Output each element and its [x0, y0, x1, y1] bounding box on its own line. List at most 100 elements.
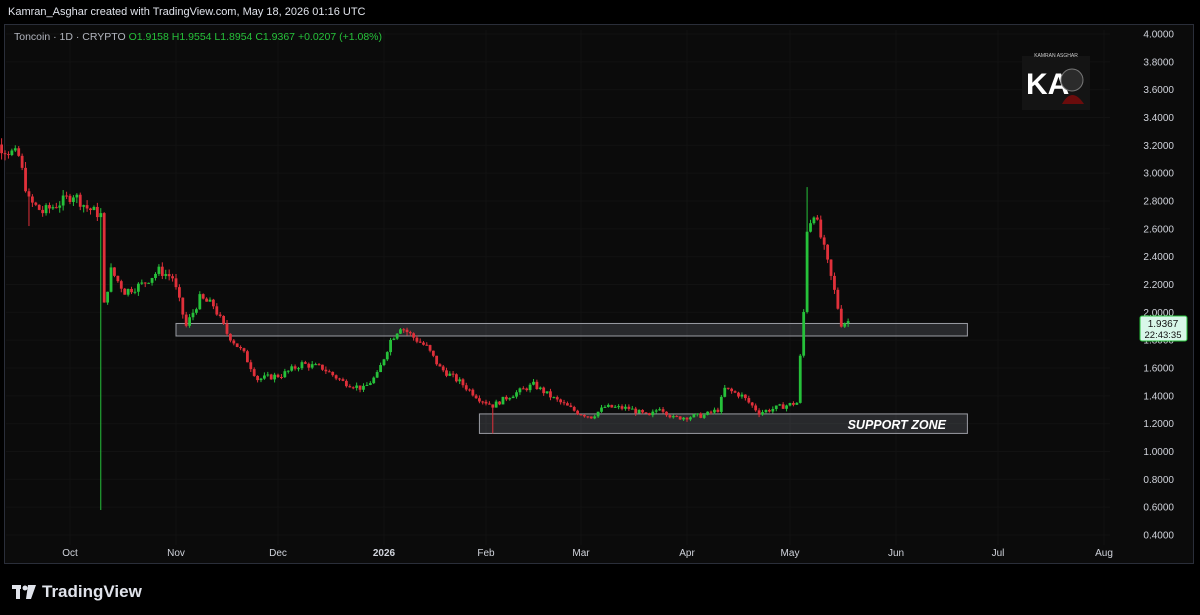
- candle-body: [491, 404, 495, 408]
- candle-body: [706, 411, 709, 415]
- y-tick-label: 1.0000: [1143, 447, 1174, 458]
- candle-body: [256, 375, 259, 381]
- candle-body: [768, 410, 771, 412]
- candle-body: [740, 394, 744, 397]
- x-tick-label: May: [781, 548, 800, 559]
- candle-body: [205, 298, 208, 302]
- candle-body: [232, 340, 236, 344]
- candle-body: [675, 416, 679, 418]
- candle-body: [225, 323, 229, 334]
- candle-body: [559, 399, 563, 403]
- candle-body: [798, 355, 802, 403]
- x-tick-label: Apr: [679, 548, 695, 559]
- candle-body: [610, 404, 614, 408]
- candle-body: [68, 195, 72, 202]
- candle-body: [637, 409, 641, 414]
- candle-body: [508, 398, 512, 400]
- candle-body: [484, 401, 488, 404]
- candle-body: [671, 416, 675, 418]
- y-tick-label: 3.8000: [1143, 57, 1174, 68]
- candle-body: [358, 385, 362, 390]
- candle-body: [239, 346, 242, 349]
- candle-body: [269, 374, 273, 380]
- candle-body: [405, 329, 409, 333]
- candle-body: [723, 387, 727, 397]
- candle-body: [362, 385, 365, 390]
- candle-body: [379, 365, 382, 373]
- candle-body: [61, 195, 65, 206]
- candle-body: [0, 144, 4, 154]
- candle-body: [795, 402, 799, 405]
- tradingview-logo[interactable]: TradingView: [12, 582, 142, 602]
- ohlc-high: H1.9554: [171, 31, 212, 43]
- candle-body: [713, 409, 716, 413]
- candle-body: [20, 155, 24, 168]
- candle-body: [761, 412, 764, 415]
- candle-body: [819, 219, 823, 238]
- candle-body: [692, 414, 696, 418]
- candle-body: [72, 197, 75, 202]
- candle-body: [487, 403, 491, 405]
- candle-body: [119, 281, 123, 289]
- candle-body: [685, 417, 689, 420]
- x-tick-label: Nov: [167, 548, 185, 559]
- candle-body: [334, 375, 338, 379]
- candle-body: [441, 366, 445, 371]
- price-chart[interactable]: 0.4000 0.6000 0.8000 1.0000 1.2000 1.4000 1.60…: [0, 0, 1200, 615]
- candle-body: [620, 406, 624, 409]
- x-tick-label: Jun: [888, 548, 904, 559]
- candle-body: [846, 321, 850, 324]
- candle-body: [435, 355, 439, 365]
- candle-body: [218, 314, 222, 316]
- y-tick-label: 1.2000: [1143, 419, 1174, 430]
- candle-body: [569, 405, 573, 407]
- candle-body: [716, 409, 720, 412]
- candle-body: [201, 294, 205, 299]
- candle-body: [515, 392, 518, 397]
- y-tick-label: 2.2000: [1143, 280, 1174, 291]
- candle-body: [593, 416, 597, 419]
- candle-body: [521, 388, 525, 390]
- candle-body: [297, 368, 300, 370]
- candle-body: [65, 195, 68, 197]
- candle-body: [750, 402, 754, 406]
- candle-body: [283, 371, 287, 378]
- candle-body: [259, 378, 263, 381]
- candle-body: [501, 396, 505, 405]
- candle-body: [644, 412, 648, 414]
- candle-body: [747, 398, 751, 403]
- candle-body: [310, 364, 314, 368]
- y-tick-label: 0.4000: [1143, 531, 1174, 542]
- candle-body: [603, 406, 607, 408]
- candle-body: [458, 379, 462, 382]
- candle-body: [743, 394, 747, 399]
- candle-body: [327, 371, 331, 373]
- candle-body: [75, 194, 79, 198]
- candle-body: [85, 205, 89, 209]
- candle-body: [555, 397, 559, 400]
- candle-body: [792, 403, 795, 405]
- candle-body: [822, 237, 826, 245]
- candle-body: [843, 323, 847, 327]
- candle-body: [150, 277, 154, 283]
- candle-body: [726, 387, 730, 389]
- candle-body: [355, 385, 359, 388]
- candle-body: [276, 374, 280, 377]
- candle-body: [589, 416, 593, 419]
- candle-body: [263, 375, 266, 379]
- candle-body: [833, 275, 836, 290]
- candle-body: [699, 413, 703, 418]
- candle-body: [802, 311, 806, 356]
- y-tick-label: 3.6000: [1143, 85, 1174, 96]
- candle-body: [695, 413, 699, 415]
- candle-body: [10, 150, 14, 156]
- candle-body: [617, 406, 621, 408]
- watermark-text: KAMRAN ASGHAR: [1034, 53, 1078, 59]
- candle-body: [317, 364, 321, 366]
- price-badge-value: 1.9367: [1148, 319, 1179, 330]
- candle-body: [425, 344, 429, 346]
- candle-body: [341, 379, 345, 381]
- candle-body: [392, 338, 396, 340]
- candle-body: [321, 364, 324, 370]
- candle-body: [331, 371, 335, 376]
